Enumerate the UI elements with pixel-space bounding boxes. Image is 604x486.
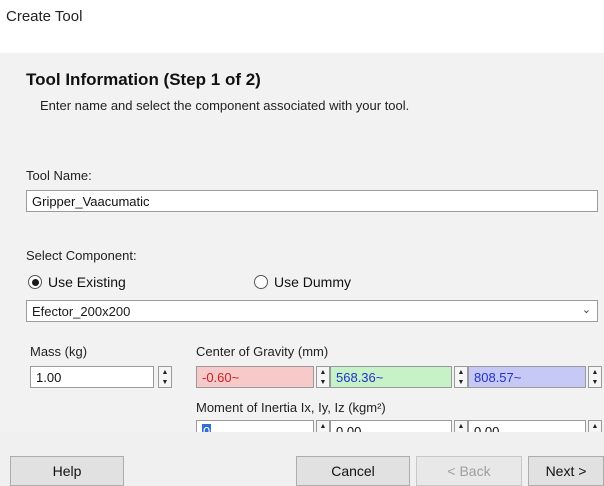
cog-z-input[interactable]: 808.57~ bbox=[468, 366, 586, 388]
mass-label: Mass (kg) bbox=[30, 344, 88, 359]
spin-down-icon[interactable]: ▼ bbox=[455, 377, 467, 387]
cog-x-spinner[interactable]: ▲ ▼ bbox=[316, 366, 330, 388]
tool-name-input[interactable]: Gripper_Vaacumatic bbox=[26, 190, 598, 212]
help-button[interactable]: Help bbox=[10, 456, 124, 486]
inertia-label: Moment of Inertia Ix, Iy, Iz (kgm²) bbox=[196, 400, 386, 415]
cog-y-spinner[interactable]: ▲ ▼ bbox=[454, 366, 468, 388]
tool-name-label: Tool Name: bbox=[26, 168, 92, 183]
use-dummy-label: Use Dummy bbox=[274, 274, 352, 290]
component-dropdown[interactable]: Efector_200x200 ⌄ bbox=[26, 300, 598, 322]
spin-down-icon[interactable]: ▼ bbox=[317, 377, 329, 387]
mass-input[interactable]: 1.00 bbox=[30, 366, 154, 388]
cog-x-input[interactable]: -0.60~ bbox=[196, 366, 314, 388]
spin-up-icon[interactable]: ▲ bbox=[589, 367, 601, 377]
radio-selected-icon bbox=[28, 275, 42, 289]
cog-z-spinner[interactable]: ▲ ▼ bbox=[588, 366, 602, 388]
next-button[interactable]: Next > bbox=[528, 456, 604, 486]
mass-spinner[interactable]: ▲ ▼ bbox=[158, 366, 172, 388]
spin-up-icon[interactable]: ▲ bbox=[455, 421, 467, 431]
cog-label: Center of Gravity (mm) bbox=[196, 344, 329, 359]
step-subtitle: Enter name and select the component asso… bbox=[40, 98, 410, 113]
radio-unselected-icon bbox=[254, 275, 268, 289]
use-dummy-radio[interactable]: Use Dummy bbox=[254, 274, 351, 290]
use-existing-label: Use Existing bbox=[48, 274, 126, 290]
spin-up-icon[interactable]: ▲ bbox=[589, 421, 601, 431]
back-button[interactable]: < Back bbox=[416, 456, 522, 486]
cancel-button[interactable]: Cancel bbox=[296, 456, 410, 486]
use-existing-radio[interactable]: Use Existing bbox=[28, 274, 126, 290]
spin-down-icon[interactable]: ▼ bbox=[589, 377, 601, 387]
spin-up-icon[interactable]: ▲ bbox=[317, 367, 329, 377]
spin-up-icon[interactable]: ▲ bbox=[317, 421, 329, 431]
window-title: Create Tool bbox=[6, 8, 83, 25]
spin-up-icon[interactable]: ▲ bbox=[159, 367, 171, 377]
cog-y-input[interactable]: 568.36~ bbox=[330, 366, 452, 388]
component-dropdown-value: Efector_200x200 bbox=[32, 304, 131, 319]
step-title: Tool Information (Step 1 of 2) bbox=[26, 70, 261, 89]
chevron-down-icon: ⌄ bbox=[581, 304, 591, 316]
select-component-label: Select Component: bbox=[26, 248, 137, 263]
spin-down-icon[interactable]: ▼ bbox=[159, 377, 171, 387]
spin-up-icon[interactable]: ▲ bbox=[455, 367, 467, 377]
